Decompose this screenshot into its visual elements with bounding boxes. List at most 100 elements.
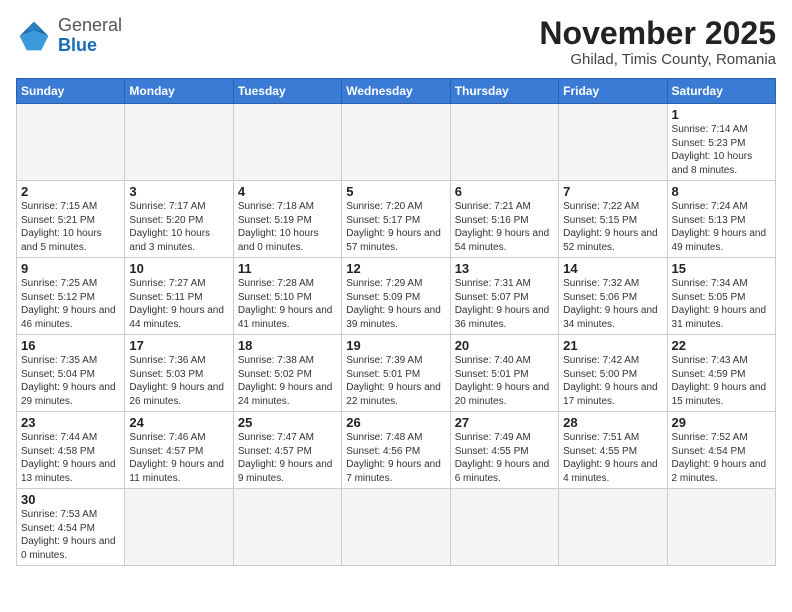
calendar-week-5: 30Sunrise: 7:53 AM Sunset: 4:54 PM Dayli… <box>17 489 776 566</box>
day-info: Sunrise: 7:40 AM Sunset: 5:01 PM Dayligh… <box>455 354 554 408</box>
calendar-cell: 30Sunrise: 7:53 AM Sunset: 4:54 PM Dayli… <box>17 489 125 566</box>
calendar-week-0: 1Sunrise: 7:14 AM Sunset: 5:23 PM Daylig… <box>17 104 776 181</box>
calendar-cell: 6Sunrise: 7:21 AM Sunset: 5:16 PM Daylig… <box>450 181 558 258</box>
day-number: 14 <box>563 261 662 276</box>
day-number: 13 <box>455 261 554 276</box>
calendar-cell: 19Sunrise: 7:39 AM Sunset: 5:01 PM Dayli… <box>342 335 450 412</box>
page-header: General Blue November 2025 Ghilad, Timis… <box>16 16 776 68</box>
calendar-cell: 28Sunrise: 7:51 AM Sunset: 4:55 PM Dayli… <box>559 412 667 489</box>
header-friday: Friday <box>559 79 667 104</box>
calendar-cell: 8Sunrise: 7:24 AM Sunset: 5:13 PM Daylig… <box>667 181 775 258</box>
day-number: 4 <box>238 184 337 199</box>
calendar-cell: 16Sunrise: 7:35 AM Sunset: 5:04 PM Dayli… <box>17 335 125 412</box>
day-info: Sunrise: 7:24 AM Sunset: 5:13 PM Dayligh… <box>672 200 771 254</box>
day-number: 15 <box>672 261 771 276</box>
day-info: Sunrise: 7:25 AM Sunset: 5:12 PM Dayligh… <box>21 277 120 331</box>
calendar-cell <box>559 104 667 181</box>
day-info: Sunrise: 7:35 AM Sunset: 5:04 PM Dayligh… <box>21 354 120 408</box>
calendar-cell: 29Sunrise: 7:52 AM Sunset: 4:54 PM Dayli… <box>667 412 775 489</box>
calendar-week-4: 23Sunrise: 7:44 AM Sunset: 4:58 PM Dayli… <box>17 412 776 489</box>
day-info: Sunrise: 7:21 AM Sunset: 5:16 PM Dayligh… <box>455 200 554 254</box>
day-number: 25 <box>238 415 337 430</box>
calendar-cell <box>342 104 450 181</box>
header-saturday: Saturday <box>667 79 775 104</box>
calendar-cell: 14Sunrise: 7:32 AM Sunset: 5:06 PM Dayli… <box>559 258 667 335</box>
day-number: 6 <box>455 184 554 199</box>
day-info: Sunrise: 7:31 AM Sunset: 5:07 PM Dayligh… <box>455 277 554 331</box>
day-info: Sunrise: 7:49 AM Sunset: 4:55 PM Dayligh… <box>455 431 554 485</box>
day-info: Sunrise: 7:52 AM Sunset: 4:54 PM Dayligh… <box>672 431 771 485</box>
day-info: Sunrise: 7:46 AM Sunset: 4:57 PM Dayligh… <box>129 431 228 485</box>
day-number: 11 <box>238 261 337 276</box>
day-number: 26 <box>346 415 445 430</box>
day-info: Sunrise: 7:53 AM Sunset: 4:54 PM Dayligh… <box>21 508 120 562</box>
logo: General Blue <box>16 16 122 56</box>
calendar-cell: 9Sunrise: 7:25 AM Sunset: 5:12 PM Daylig… <box>17 258 125 335</box>
calendar-cell: 21Sunrise: 7:42 AM Sunset: 5:00 PM Dayli… <box>559 335 667 412</box>
header-thursday: Thursday <box>450 79 558 104</box>
day-number: 24 <box>129 415 228 430</box>
day-number: 30 <box>21 492 120 507</box>
calendar-cell <box>667 489 775 566</box>
day-info: Sunrise: 7:44 AM Sunset: 4:58 PM Dayligh… <box>21 431 120 485</box>
day-info: Sunrise: 7:42 AM Sunset: 5:00 PM Dayligh… <box>563 354 662 408</box>
day-number: 12 <box>346 261 445 276</box>
calendar-cell: 4Sunrise: 7:18 AM Sunset: 5:19 PM Daylig… <box>233 181 341 258</box>
calendar-cell <box>450 104 558 181</box>
calendar-cell: 26Sunrise: 7:48 AM Sunset: 4:56 PM Dayli… <box>342 412 450 489</box>
calendar-body: 1Sunrise: 7:14 AM Sunset: 5:23 PM Daylig… <box>17 104 776 566</box>
header-wednesday: Wednesday <box>342 79 450 104</box>
calendar-cell: 7Sunrise: 7:22 AM Sunset: 5:15 PM Daylig… <box>559 181 667 258</box>
day-info: Sunrise: 7:39 AM Sunset: 5:01 PM Dayligh… <box>346 354 445 408</box>
day-number: 10 <box>129 261 228 276</box>
day-number: 1 <box>672 107 771 122</box>
calendar-cell: 10Sunrise: 7:27 AM Sunset: 5:11 PM Dayli… <box>125 258 233 335</box>
day-number: 2 <box>21 184 120 199</box>
calendar-cell: 25Sunrise: 7:47 AM Sunset: 4:57 PM Dayli… <box>233 412 341 489</box>
header-row: Sunday Monday Tuesday Wednesday Thursday… <box>17 79 776 104</box>
day-number: 19 <box>346 338 445 353</box>
header-sunday: Sunday <box>17 79 125 104</box>
calendar-cell <box>125 489 233 566</box>
calendar-cell: 20Sunrise: 7:40 AM Sunset: 5:01 PM Dayli… <box>450 335 558 412</box>
calendar-cell: 3Sunrise: 7:17 AM Sunset: 5:20 PM Daylig… <box>125 181 233 258</box>
calendar-week-1: 2Sunrise: 7:15 AM Sunset: 5:21 PM Daylig… <box>17 181 776 258</box>
calendar-cell: 11Sunrise: 7:28 AM Sunset: 5:10 PM Dayli… <box>233 258 341 335</box>
calendar-cell: 27Sunrise: 7:49 AM Sunset: 4:55 PM Dayli… <box>450 412 558 489</box>
day-info: Sunrise: 7:14 AM Sunset: 5:23 PM Dayligh… <box>672 123 771 177</box>
calendar-page: General Blue November 2025 Ghilad, Timis… <box>0 0 792 612</box>
calendar-cell: 1Sunrise: 7:14 AM Sunset: 5:23 PM Daylig… <box>667 104 775 181</box>
day-info: Sunrise: 7:27 AM Sunset: 5:11 PM Dayligh… <box>129 277 228 331</box>
day-number: 29 <box>672 415 771 430</box>
day-info: Sunrise: 7:17 AM Sunset: 5:20 PM Dayligh… <box>129 200 228 254</box>
day-info: Sunrise: 7:22 AM Sunset: 5:15 PM Dayligh… <box>563 200 662 254</box>
day-info: Sunrise: 7:28 AM Sunset: 5:10 PM Dayligh… <box>238 277 337 331</box>
calendar-header: Sunday Monday Tuesday Wednesday Thursday… <box>17 79 776 104</box>
day-info: Sunrise: 7:43 AM Sunset: 4:59 PM Dayligh… <box>672 354 771 408</box>
month-title: November 2025 <box>539 16 776 51</box>
day-number: 7 <box>563 184 662 199</box>
header-tuesday: Tuesday <box>233 79 341 104</box>
calendar-cell <box>233 104 341 181</box>
day-info: Sunrise: 7:32 AM Sunset: 5:06 PM Dayligh… <box>563 277 662 331</box>
day-number: 21 <box>563 338 662 353</box>
calendar-cell: 13Sunrise: 7:31 AM Sunset: 5:07 PM Dayli… <box>450 258 558 335</box>
day-number: 3 <box>129 184 228 199</box>
calendar-cell: 15Sunrise: 7:34 AM Sunset: 5:05 PM Dayli… <box>667 258 775 335</box>
calendar-cell: 23Sunrise: 7:44 AM Sunset: 4:58 PM Dayli… <box>17 412 125 489</box>
location-title: Ghilad, Timis County, Romania <box>539 51 776 68</box>
calendar-cell <box>342 489 450 566</box>
calendar-cell <box>450 489 558 566</box>
header-monday: Monday <box>125 79 233 104</box>
day-number: 18 <box>238 338 337 353</box>
day-info: Sunrise: 7:29 AM Sunset: 5:09 PM Dayligh… <box>346 277 445 331</box>
day-info: Sunrise: 7:48 AM Sunset: 4:56 PM Dayligh… <box>346 431 445 485</box>
day-info: Sunrise: 7:36 AM Sunset: 5:03 PM Dayligh… <box>129 354 228 408</box>
day-number: 5 <box>346 184 445 199</box>
day-info: Sunrise: 7:15 AM Sunset: 5:21 PM Dayligh… <box>21 200 120 254</box>
logo-general: General <box>58 15 122 35</box>
day-number: 8 <box>672 184 771 199</box>
logo-text: General Blue <box>58 16 122 56</box>
calendar-cell <box>233 489 341 566</box>
calendar-cell <box>125 104 233 181</box>
